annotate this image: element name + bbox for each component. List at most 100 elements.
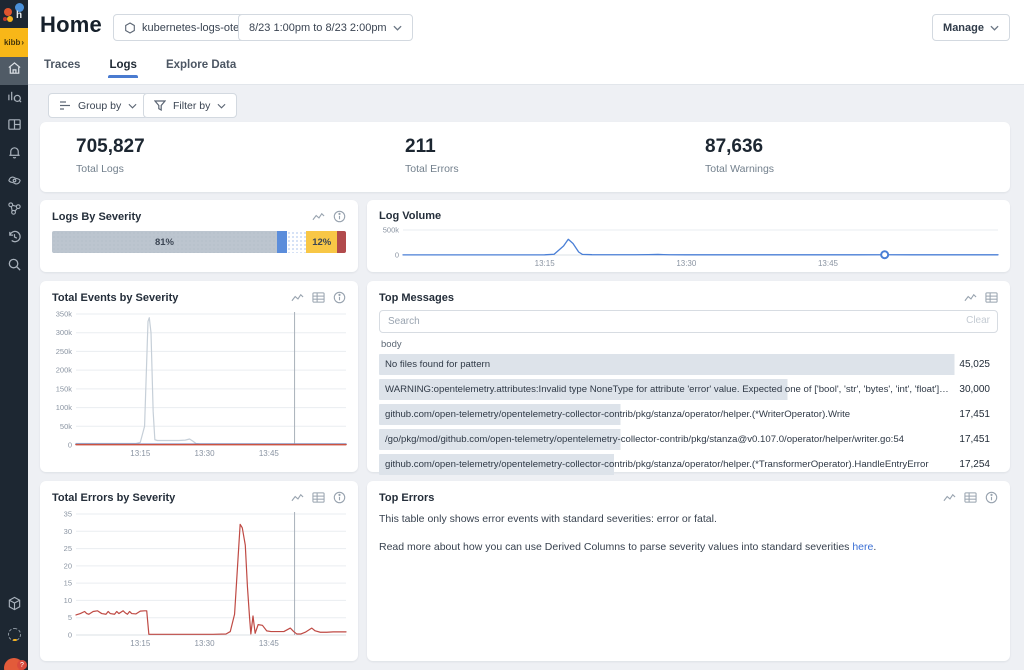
stat-value: 211: [405, 136, 459, 158]
stat-value: 87,636: [705, 136, 774, 158]
severity-segment[interactable]: [337, 231, 346, 253]
line-chart-icon[interactable]: [964, 291, 977, 304]
severity-segment[interactable]: [287, 231, 306, 253]
panel-total-events: Total Events by Severity 050k100k150k200…: [40, 281, 358, 472]
table-icon[interactable]: [964, 491, 977, 504]
sidebar-item-search[interactable]: [0, 253, 28, 281]
sidebar-item-boards[interactable]: [0, 113, 28, 141]
sidebar-item-home[interactable]: [0, 57, 28, 85]
dataset-label: kubernetes-logs-otel: [142, 22, 242, 34]
sidebar-item-usage[interactable]: [0, 620, 28, 648]
svg-text:0: 0: [68, 631, 72, 640]
app-root: h kibb›: [0, 0, 1024, 670]
chevron-down-icon: [393, 25, 402, 31]
message-row[interactable]: No files found for pattern 45,025: [379, 354, 998, 375]
query-icon: [7, 89, 22, 109]
svg-text:300k: 300k: [56, 328, 73, 337]
manage-button[interactable]: Manage: [932, 14, 1010, 41]
filter-by-dropdown[interactable]: Filter by: [143, 93, 237, 118]
svg-text:13:45: 13:45: [259, 449, 280, 458]
here-link[interactable]: here: [852, 541, 873, 553]
content-area: Group by Filter by 705,827 Total Logs 21…: [28, 85, 1024, 670]
svg-text:13:30: 13:30: [195, 639, 216, 648]
team-label: kibb: [4, 38, 20, 47]
stat-label: Total Warnings: [705, 163, 774, 175]
table-icon[interactable]: [312, 491, 325, 504]
panel-title: Top Errors: [379, 492, 434, 504]
search-icon: [7, 257, 22, 277]
panel-total-errors: Total Errors by Severity 051015202530351…: [40, 481, 358, 661]
line-chart-icon[interactable]: [291, 291, 304, 304]
sidebar-item-service-map[interactable]: [0, 197, 28, 225]
read-more-period: .: [873, 541, 876, 553]
sidebar-item-alerts[interactable]: [0, 141, 28, 169]
message-row[interactable]: /go/pkg/mod/github.com/open-telemetry/op…: [379, 429, 998, 450]
line-chart-icon[interactable]: [312, 210, 325, 223]
panel-log-volume: Log Volume 0500k13:1513:3013:45: [367, 200, 1010, 272]
tab-traces[interactable]: Traces: [43, 56, 81, 78]
tab-logs[interactable]: Logs: [108, 56, 137, 78]
filter-by-label: Filter by: [173, 100, 210, 112]
message-count: 30,000: [959, 384, 990, 395]
sidebar-item-packages[interactable]: [0, 592, 28, 620]
team-switcher[interactable]: kibb›: [0, 28, 28, 57]
group-by-dropdown[interactable]: Group by: [48, 93, 148, 118]
sidebar-item-history[interactable]: [0, 225, 28, 253]
svg-text:13:30: 13:30: [676, 259, 697, 268]
svg-text:35: 35: [64, 510, 72, 519]
svg-text:13:15: 13:15: [130, 449, 151, 458]
line-chart-icon[interactable]: [291, 491, 304, 504]
table-icon[interactable]: [985, 291, 998, 304]
panel-title: Total Errors by Severity: [52, 492, 175, 504]
help-launcher[interactable]: ?: [4, 658, 24, 670]
column-header-body: body: [367, 338, 1010, 354]
chevron-down-icon: [128, 103, 137, 109]
svg-text:10: 10: [64, 596, 72, 605]
total-errors-chart[interactable]: 0510152025303513:1513:3013:45: [40, 508, 358, 650]
panel-logs-by-severity: Logs By Severity 81%12%: [40, 200, 358, 272]
clear-search-link[interactable]: Clear: [966, 315, 990, 326]
info-icon[interactable]: [333, 210, 346, 223]
message-row[interactable]: github.com/open-telemetry/opentelemetry-…: [379, 454, 998, 475]
messages-search-input[interactable]: [379, 310, 998, 333]
help-badge-icon: ?: [17, 660, 27, 670]
tab-bar: Traces Logs Explore Data: [28, 56, 1024, 85]
message-text: WARNING:opentelemetry.attributes:Invalid…: [385, 384, 949, 395]
chevron-down-icon: [217, 103, 226, 109]
severity-segment[interactable]: 12%: [306, 231, 337, 253]
total-events-chart[interactable]: 050k100k150k200k250k300k350k13:1513:3013…: [40, 308, 358, 460]
tab-explore-data[interactable]: Explore Data: [165, 56, 237, 78]
severity-bar: 81% 12%: [52, 231, 346, 253]
panel-title: Total Events by Severity: [52, 292, 178, 304]
message-row[interactable]: github.com/open-telemetry/opentelemetry-…: [379, 404, 998, 425]
message-text: /go/pkg/mod/github.com/open-telemetry/op…: [385, 434, 904, 445]
svg-text:13:15: 13:15: [130, 639, 151, 648]
read-more-text: Read more about how you can use Derived …: [379, 541, 852, 553]
svg-text:13:45: 13:45: [259, 639, 280, 648]
info-icon[interactable]: [985, 491, 998, 504]
info-icon[interactable]: [333, 291, 346, 304]
message-count: 45,025: [959, 359, 990, 370]
alerts-icon: [7, 145, 22, 165]
message-row[interactable]: WARNING:opentelemetry.attributes:Invalid…: [379, 379, 998, 400]
table-icon[interactable]: [312, 291, 325, 304]
honeycomb-logo[interactable]: h: [0, 0, 28, 28]
log-volume-chart[interactable]: 0500k13:1513:3013:45: [367, 224, 1010, 270]
sidebar-item-slos[interactable]: [0, 169, 28, 197]
severity-segment[interactable]: [277, 231, 287, 253]
service-map-icon: [7, 201, 22, 221]
panel-title: Log Volume: [379, 210, 441, 222]
svg-text:5: 5: [68, 613, 72, 622]
filter-icon: [154, 100, 166, 111]
time-range-selector[interactable]: 8/23 1:00pm to 8/23 2:00pm: [238, 14, 413, 41]
page-title: Home: [40, 12, 102, 38]
message-text: No files found for pattern: [385, 359, 490, 370]
svg-text:100k: 100k: [56, 403, 73, 412]
sidebar-item-query[interactable]: [0, 85, 28, 113]
line-chart-icon[interactable]: [943, 491, 956, 504]
chevron-down-icon: [990, 25, 999, 31]
messages-list: No files found for pattern 45,025 WARNIN…: [367, 354, 1010, 475]
svg-text:13:30: 13:30: [195, 449, 216, 458]
info-icon[interactable]: [333, 491, 346, 504]
severity-segment[interactable]: 81%: [52, 231, 277, 253]
